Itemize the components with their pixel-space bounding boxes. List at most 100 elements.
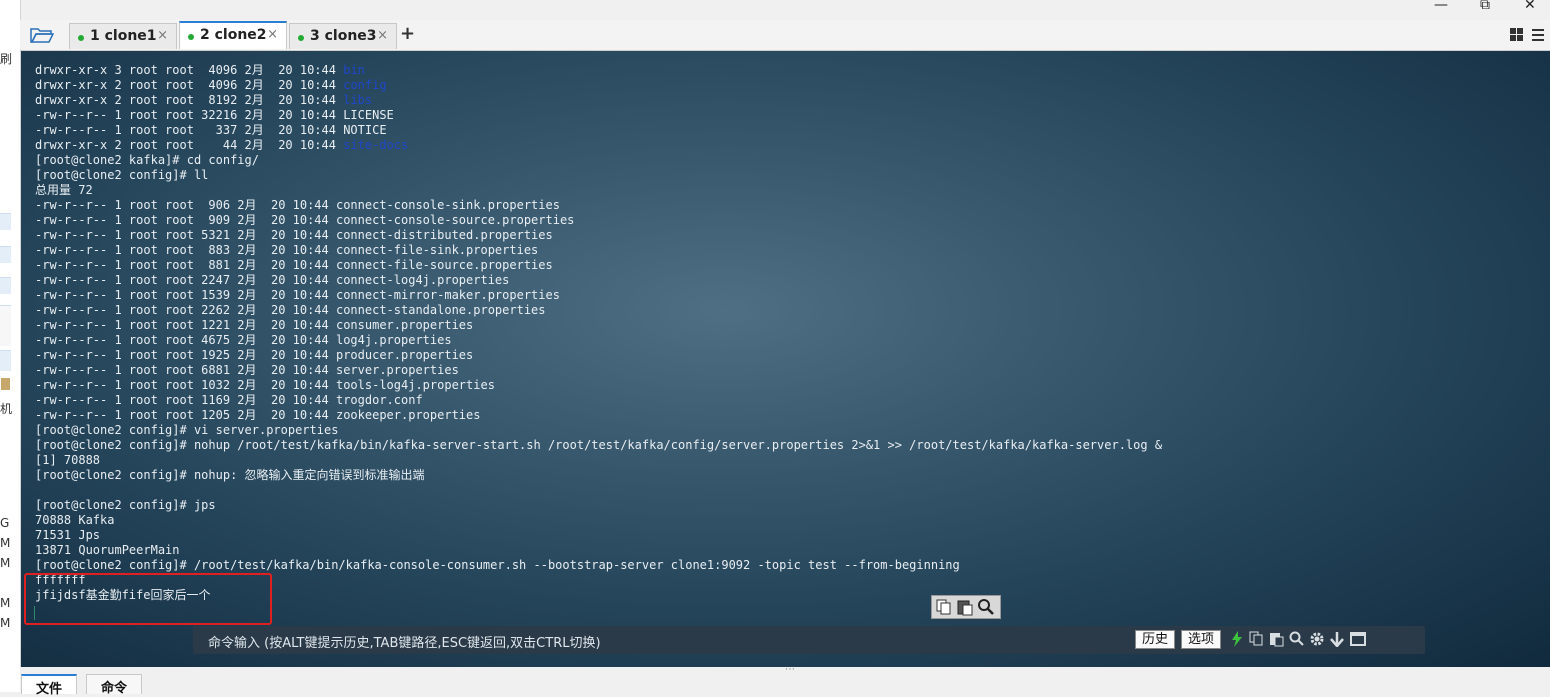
strip-band — [0, 305, 11, 346]
layout-grid-icon[interactable] — [1510, 26, 1550, 44]
terminal-line: 71531 Jps — [35, 528, 1162, 543]
terminal-text: -rw-r--r-- 1 root root 1169 2月 20 10:44 … — [35, 393, 423, 407]
terminal-text: -rw-r--r-- 1 root root 337 2月 20 10:44 N… — [35, 123, 387, 137]
terminal-text: -rw-r--r-- 1 root root 883 2月 20 10:44 c… — [35, 243, 539, 257]
close-tab-icon[interactable]: × — [267, 27, 278, 42]
terminal-line: -rw-r--r-- 1 root root 337 2月 20 10:44 N… — [35, 123, 1162, 138]
adjacent-window-strip: 刷 机 G M M M M — [0, 0, 21, 692]
paste-icon[interactable] — [956, 598, 974, 616]
terminal-line: -rw-r--r-- 1 root root 883 2月 20 10:44 c… — [35, 243, 1162, 258]
command-input-bar[interactable]: 命令输入 (按ALT键提示历史,TAB键路径,ESC键返回,双击CTRL切换) … — [193, 626, 1425, 654]
terminal-line: [root@clone2 kafka]# cd config/ — [35, 153, 1162, 168]
terminal-line: -rw-r--r-- 1 root root 881 2月 20 10:44 c… — [35, 258, 1162, 273]
terminal-text: -rw-r--r-- 1 root root 2247 2月 20 10:44 … — [35, 273, 510, 287]
copy-icon[interactable] — [1249, 631, 1265, 647]
terminal-text: drwxr-xr-x 3 root root 4096 2月 20 10:44 — [35, 63, 344, 77]
tab-clone2[interactable]: 2 clone2 × — [179, 21, 287, 49]
terminal-text: -rw-r--r-- 1 root root 1205 2月 20 10:44 … — [35, 408, 481, 422]
terminal-line: [root@clone2 config]# nohup /root/test/k… — [35, 438, 1162, 453]
command-input-hint[interactable]: 命令输入 (按ALT键提示历史,TAB键路径,ESC键返回,双击CTRL切换) — [208, 632, 601, 651]
paste-icon[interactable] — [1269, 631, 1285, 647]
window-maximize-icon[interactable] — [1350, 631, 1366, 647]
terminal-text: 71531 Jps — [35, 528, 101, 542]
strip-band — [0, 213, 11, 230]
terminal-line: drwxr-xr-x 3 root root 4096 2月 20 10:44 … — [35, 63, 1162, 78]
terminal-text: -rw-r--r-- 1 root root 6881 2月 20 10:44 … — [35, 363, 459, 377]
lightning-icon[interactable] — [1229, 631, 1245, 647]
terminal-line: 总用量 72 — [35, 183, 1162, 198]
terminal-line: -rw-r--r-- 1 root root 4675 2月 20 10:44 … — [35, 333, 1162, 348]
terminal-line: [root@clone2 config]# nohup: 忽略输入重定向错误到标… — [35, 468, 1162, 483]
window-controls: — ⧉ ✕ — [1420, 0, 1550, 14]
terminal-line: 13871 QuorumPeerMain — [35, 543, 1162, 558]
strip-band — [0, 277, 11, 294]
bottom-tab-bar: ⋯ 文件 命令 — [20, 664, 1550, 697]
arrow-down-icon[interactable] — [1329, 631, 1345, 647]
terminal-text: -rw-r--r-- 1 root root 2262 2月 20 10:44 … — [35, 303, 546, 317]
directory-name: config — [343, 78, 387, 92]
restore-button[interactable]: ⧉ — [1480, 0, 1490, 13]
connected-status-icon — [188, 34, 194, 40]
terminal-text: [root@clone2 config]# /root/test/kafka/b… — [35, 558, 960, 572]
resize-handle[interactable]: ⋯ — [785, 664, 796, 675]
terminal-text: -rw-r--r-- 1 root root 1539 2月 20 10:44 … — [35, 288, 560, 302]
terminal-text: -rw-r--r-- 1 root root 4675 2月 20 10:44 … — [35, 333, 452, 347]
directory-name: site-docs — [343, 138, 409, 152]
minimize-button[interactable]: — — [1434, 0, 1448, 13]
tab-files[interactable]: 文件 — [21, 674, 77, 697]
terminal-line: [root@clone2 config]# vi server.properti… — [35, 423, 1162, 438]
terminal-text: -rw-r--r-- 1 root root 1221 2月 20 10:44 … — [35, 318, 474, 332]
connected-status-icon — [298, 35, 304, 41]
terminal-line: -rw-r--r-- 1 root root 32216 2月 20 10:44… — [35, 108, 1162, 123]
strip-text: M — [0, 556, 11, 570]
floating-toolbar — [931, 595, 1001, 619]
close-tab-icon[interactable]: × — [377, 28, 388, 43]
highlight-annotation-box — [24, 573, 272, 625]
strip-text: 机 — [0, 402, 13, 416]
terminal-line: -rw-r--r-- 1 root root 5321 2月 20 10:44 … — [35, 228, 1162, 243]
close-tab-icon[interactable]: × — [157, 28, 168, 43]
terminal-line: drwxr-xr-x 2 root root 8192 2月 20 10:44 … — [35, 93, 1162, 108]
terminal-text: drwxr-xr-x 2 root root 4096 2月 20 10:44 — [35, 78, 344, 92]
strip-band — [0, 350, 11, 371]
search-icon[interactable] — [1289, 631, 1305, 647]
terminal-line: -rw-r--r-- 1 root root 2247 2月 20 10:44 … — [35, 273, 1162, 288]
terminal-line: -rw-r--r-- 1 root root 1539 2月 20 10:44 … — [35, 288, 1162, 303]
copy-icon[interactable] — [935, 598, 953, 616]
options-button[interactable]: 选项 — [1181, 630, 1222, 649]
strip-text: M — [0, 616, 11, 630]
history-button[interactable]: 历史 — [1135, 630, 1176, 649]
terminal-line: [root@clone2 config]# ll — [35, 168, 1162, 183]
strip-text: M — [0, 536, 11, 550]
terminal-text: -rw-r--r-- 1 root root 909 2月 20 10:44 c… — [35, 213, 575, 227]
folder-open-icon[interactable] — [30, 26, 54, 44]
terminal-line: -rw-r--r-- 1 root root 6881 2月 20 10:44 … — [35, 363, 1162, 378]
terminal-text: -rw-r--r-- 1 root root 1925 2月 20 10:44 … — [35, 348, 474, 362]
tab-label: 3 clone3 — [310, 28, 377, 44]
search-icon[interactable] — [977, 598, 995, 616]
strip-image — [1, 378, 10, 390]
session-tab-bar: 1 clone1 × 2 clone2 × 3 clone3 × + — [20, 20, 1550, 51]
terminal-line: [root@clone2 config]# /root/test/kafka/b… — [35, 558, 1162, 573]
tab-clone1[interactable]: 1 clone1 × — [69, 23, 177, 49]
tab-commands[interactable]: 命令 — [86, 674, 142, 696]
terminal-text: drwxr-xr-x 2 root root 44 2月 20 10:44 — [35, 138, 344, 152]
terminal-text: 总用量 72 — [35, 183, 93, 197]
terminal-line: drwxr-xr-x 2 root root 44 2月 20 10:44 si… — [35, 138, 1162, 153]
add-tab-icon[interactable]: + — [400, 23, 415, 44]
terminal-line: -rw-r--r-- 1 root root 2262 2月 20 10:44 … — [35, 303, 1162, 318]
terminal-text: [root@clone2 config]# jps — [35, 498, 216, 512]
terminal-line: -rw-r--r-- 1 root root 1221 2月 20 10:44 … — [35, 318, 1162, 333]
terminal-text: [root@clone2 config]# nohup /root/test/k… — [35, 438, 1163, 452]
gear-icon[interactable] — [1309, 631, 1325, 647]
strip-text: 刷 — [0, 52, 13, 66]
strip-text: G — [0, 516, 10, 530]
terminal-text: [root@clone2 config]# nohup: 忽略输入重定向错误到标… — [35, 468, 425, 482]
close-button[interactable]: ✕ — [1524, 0, 1536, 13]
terminal-text: -rw-r--r-- 1 root root 906 2月 20 10:44 c… — [35, 198, 560, 212]
terminal-view[interactable]: drwxr-xr-x 3 root root 4096 2月 20 10:44 … — [21, 51, 1550, 667]
terminal-text: -rw-r--r-- 1 root root 32216 2月 20 10:44… — [35, 108, 394, 122]
tab-clone3[interactable]: 3 clone3 × — [289, 23, 397, 49]
directory-name: libs — [343, 93, 373, 107]
terminal-text: 70888 Kafka — [35, 513, 115, 527]
